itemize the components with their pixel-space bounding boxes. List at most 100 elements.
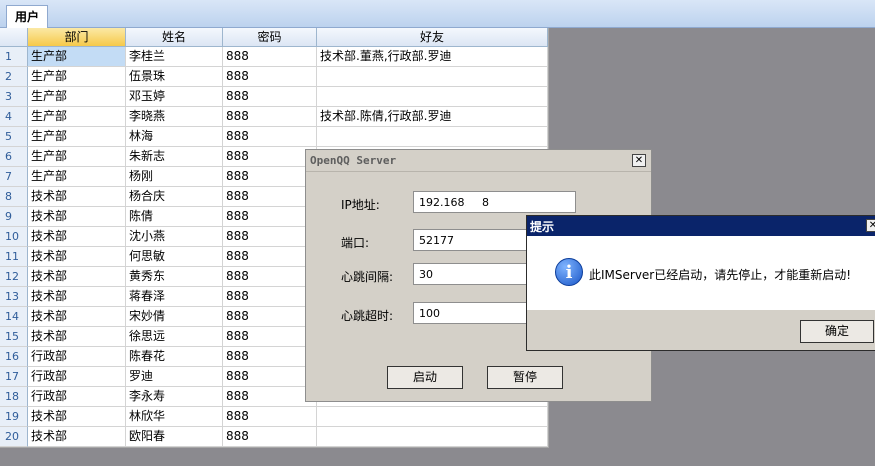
department-cell[interactable]: 技术部 — [28, 307, 126, 327]
password-cell[interactable]: 888 — [223, 227, 317, 247]
department-cell[interactable]: 行政部 — [28, 367, 126, 387]
row-number[interactable]: 16 — [0, 347, 28, 367]
password-cell[interactable]: 888 — [223, 387, 317, 407]
department-cell[interactable]: 生产部 — [28, 167, 126, 187]
password-cell[interactable]: 888 — [223, 207, 317, 227]
password-cell[interactable]: 888 — [223, 247, 317, 267]
row-number[interactable]: 15 — [0, 327, 28, 347]
password-cell[interactable]: 888 — [223, 127, 317, 147]
password-cell[interactable]: 888 — [223, 47, 317, 67]
password-cell[interactable]: 888 — [223, 407, 317, 427]
department-cell[interactable]: 技术部 — [28, 187, 126, 207]
column-header-friends[interactable]: 好友 — [317, 28, 548, 47]
friends-cell[interactable] — [317, 127, 548, 147]
message-box-titlebar[interactable]: 提示 ✕ — [527, 216, 875, 236]
department-cell[interactable]: 技术部 — [28, 287, 126, 307]
department-cell[interactable]: 技术部 — [28, 247, 126, 267]
department-cell[interactable]: 生产部 — [28, 107, 126, 127]
password-cell[interactable]: 888 — [223, 107, 317, 127]
name-cell[interactable]: 沈小燕 — [126, 227, 223, 247]
name-cell[interactable]: 林海 — [126, 127, 223, 147]
column-header-department[interactable]: 部门 — [28, 28, 126, 47]
friends-cell[interactable] — [317, 67, 548, 87]
name-cell[interactable]: 杨合庆 — [126, 187, 223, 207]
department-cell[interactable]: 技术部 — [28, 207, 126, 227]
close-icon[interactable]: ✕ — [632, 154, 646, 167]
friends-cell[interactable] — [317, 427, 548, 447]
password-cell[interactable]: 888 — [223, 87, 317, 107]
department-cell[interactable]: 生产部 — [28, 127, 126, 147]
table-row[interactable]: 20 技术部 欧阳春 888 — [0, 427, 548, 447]
name-cell[interactable]: 何思敏 — [126, 247, 223, 267]
department-cell[interactable]: 行政部 — [28, 347, 126, 367]
name-cell[interactable]: 宋妙倩 — [126, 307, 223, 327]
server-dialog-titlebar[interactable]: OpenQQ Server ✕ — [306, 150, 651, 172]
pause-button[interactable]: 暂停 — [487, 366, 563, 389]
password-cell[interactable]: 888 — [223, 67, 317, 87]
row-number[interactable]: 10 — [0, 227, 28, 247]
friends-cell[interactable]: 技术部.陈倩,行政部.罗迪 — [317, 107, 548, 127]
name-cell[interactable]: 朱新志 — [126, 147, 223, 167]
tab-users[interactable]: 用户 — [6, 5, 49, 28]
row-number[interactable]: 18 — [0, 387, 28, 407]
password-cell[interactable]: 888 — [223, 367, 317, 387]
row-number[interactable]: 11 — [0, 247, 28, 267]
table-row[interactable]: 2 生产部 伍景珠 888 — [0, 67, 548, 87]
password-cell[interactable]: 888 — [223, 147, 317, 167]
row-number[interactable]: 5 — [0, 127, 28, 147]
password-cell[interactable]: 888 — [223, 347, 317, 367]
row-number[interactable]: 13 — [0, 287, 28, 307]
start-button[interactable]: 启动 — [387, 366, 463, 389]
department-cell[interactable]: 技术部 — [28, 227, 126, 247]
row-number[interactable]: 17 — [0, 367, 28, 387]
row-number[interactable]: 14 — [0, 307, 28, 327]
name-cell[interactable]: 徐思远 — [126, 327, 223, 347]
row-number[interactable]: 9 — [0, 207, 28, 227]
name-cell[interactable]: 伍景珠 — [126, 67, 223, 87]
row-number[interactable]: 2 — [0, 67, 28, 87]
name-cell[interactable]: 林欣华 — [126, 407, 223, 427]
ip-input[interactable]: 192.168. .98 — [413, 191, 576, 213]
friends-cell[interactable] — [317, 87, 548, 107]
row-number[interactable]: 7 — [0, 167, 28, 187]
row-number[interactable]: 6 — [0, 147, 28, 167]
name-cell[interactable]: 杨刚 — [126, 167, 223, 187]
row-number[interactable]: 4 — [0, 107, 28, 127]
row-number[interactable]: 3 — [0, 87, 28, 107]
password-cell[interactable]: 888 — [223, 287, 317, 307]
department-cell[interactable]: 生产部 — [28, 147, 126, 167]
name-cell[interactable]: 邓玉婷 — [126, 87, 223, 107]
password-cell[interactable]: 888 — [223, 167, 317, 187]
name-cell[interactable]: 李永寿 — [126, 387, 223, 407]
department-cell[interactable]: 生产部 — [28, 67, 126, 87]
password-cell[interactable]: 888 — [223, 307, 317, 327]
close-icon[interactable]: ✕ — [866, 219, 875, 232]
name-cell[interactable]: 李晓燕 — [126, 107, 223, 127]
department-cell[interactable]: 技术部 — [28, 327, 126, 347]
department-cell[interactable]: 生产部 — [28, 87, 126, 107]
row-number[interactable]: 1 — [0, 47, 28, 67]
table-row[interactable]: 4 生产部 李晓燕 888 技术部.陈倩,行政部.罗迪 — [0, 107, 548, 127]
password-cell[interactable]: 888 — [223, 427, 317, 447]
password-cell[interactable]: 888 — [223, 267, 317, 287]
department-cell[interactable]: 技术部 — [28, 407, 126, 427]
department-cell[interactable]: 生产部 — [28, 47, 126, 67]
department-cell[interactable]: 技术部 — [28, 267, 126, 287]
department-cell[interactable]: 行政部 — [28, 387, 126, 407]
friends-cell[interactable]: 技术部.董燕,行政部.罗迪 — [317, 47, 548, 67]
password-cell[interactable]: 888 — [223, 187, 317, 207]
row-number[interactable]: 19 — [0, 407, 28, 427]
name-cell[interactable]: 陈倩 — [126, 207, 223, 227]
name-cell[interactable]: 欧阳春 — [126, 427, 223, 447]
name-cell[interactable]: 李桂兰 — [126, 47, 223, 67]
name-cell[interactable]: 蒋春泽 — [126, 287, 223, 307]
table-row[interactable]: 19 技术部 林欣华 888 — [0, 407, 548, 427]
grid-corner[interactable] — [0, 28, 28, 47]
table-row[interactable]: 1 生产部 李桂兰 888 技术部.董燕,行政部.罗迪 — [0, 47, 548, 67]
row-number[interactable]: 12 — [0, 267, 28, 287]
row-number[interactable]: 20 — [0, 427, 28, 447]
table-row[interactable]: 5 生产部 林海 888 — [0, 127, 548, 147]
name-cell[interactable]: 黄秀东 — [126, 267, 223, 287]
password-cell[interactable]: 888 — [223, 327, 317, 347]
row-number[interactable]: 8 — [0, 187, 28, 207]
